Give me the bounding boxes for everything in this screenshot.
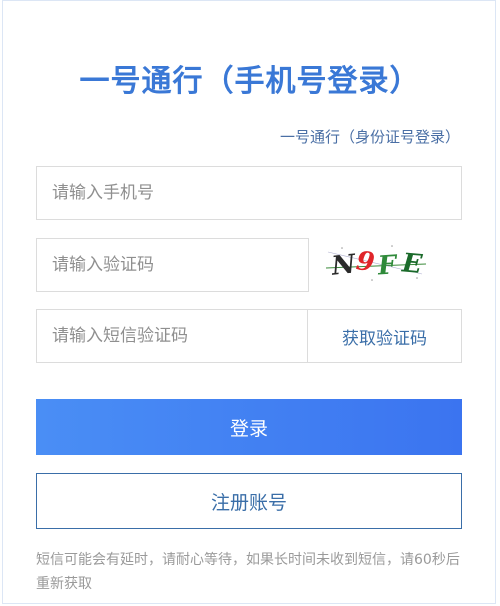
captcha-image[interactable]: N 9 F E xyxy=(322,238,430,284)
captcha-char: F xyxy=(376,250,399,281)
sms-delay-notice: 短信可能会有延时，请耐心等待，如果长时间未收到短信，请60秒后重新获取 xyxy=(36,552,460,592)
get-sms-code-button[interactable]: 获取验证码 xyxy=(307,310,461,362)
page-title: 一号通行（手机号登录） xyxy=(79,64,421,99)
id-card-login-link[interactable]: 一号通行（身份证号登录） xyxy=(280,126,460,147)
verify-code-input[interactable] xyxy=(37,239,308,291)
captcha-char: N xyxy=(329,249,358,282)
captcha-char: E xyxy=(400,248,425,280)
login-button[interactable]: 登录 xyxy=(36,399,462,455)
register-button[interactable]: 注册账号 xyxy=(36,473,462,529)
sms-code-input[interactable] xyxy=(37,310,310,362)
phone-input[interactable] xyxy=(37,167,461,219)
verify-code-field xyxy=(36,238,309,292)
sms-code-field: 获取验证码 xyxy=(36,309,462,363)
phone-field xyxy=(36,166,462,220)
